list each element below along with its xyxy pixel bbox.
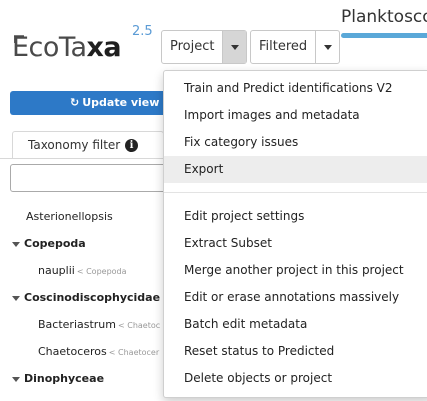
filtered-dropdown-label[interactable]: Filtered: [251, 31, 315, 63]
taxonomy-item[interactable]: Asterionellopsis: [0, 203, 170, 230]
caret-down-icon[interactable]: [12, 241, 20, 247]
taxonomy-item-label: nauplii: [38, 264, 75, 277]
taxonomy-group[interactable]: Dinophyceae: [0, 365, 170, 392]
taxonomy-group-label: Copepoda: [24, 237, 86, 250]
menu-divider: [164, 192, 427, 193]
filtered-dropdown[interactable]: Filtered: [250, 30, 341, 64]
logo-text: EcoTaxa: [12, 32, 122, 64]
menu-item-reset-status[interactable]: Reset status to Predicted: [164, 338, 427, 365]
logo-text-bold: xa: [86, 32, 122, 63]
taxonomy-item-label: Bacteriastrum: [38, 318, 116, 331]
menu-item-edit-settings[interactable]: Edit project settings: [164, 203, 427, 230]
caret-down-icon[interactable]: [12, 376, 20, 382]
project-dropdown-label[interactable]: Project: [162, 31, 222, 63]
menu-item-import[interactable]: Import images and metadata: [164, 102, 427, 129]
taxonomy-group[interactable]: Coscinodiscophycidae: [0, 284, 170, 311]
taxonomy-item-label: Asterionellopsis: [26, 210, 113, 223]
sync-icon: ↻: [70, 96, 80, 109]
project-dropdown-menu: Train and Predict identifications V2 Imp…: [163, 70, 427, 398]
taxonomy-item-parent: < Chaetoc: [118, 321, 161, 330]
taxonomy-item-parent: < Chaetocer: [108, 348, 160, 357]
version-label: 2.5: [132, 24, 153, 39]
taxonomy-item-label: Chaetoceros: [38, 345, 107, 358]
menu-item-batch-edit[interactable]: Batch edit metadata: [164, 311, 427, 338]
filtered-dropdown-toggle[interactable]: [315, 31, 339, 63]
update-view-button[interactable]: ↻ Update view &: [10, 91, 170, 115]
project-title-underline: [341, 33, 427, 38]
logo-text-thin: EcoTa: [12, 32, 87, 63]
menu-item-extract-subset[interactable]: Extract Subset: [164, 230, 427, 257]
caret-down-icon[interactable]: [12, 295, 20, 301]
taxonomy-list: Asterionellopsis Copepoda nauplii < Copep…: [0, 203, 170, 392]
menu-item-edit-annotations[interactable]: Edit or erase annotations massively: [164, 284, 427, 311]
tab-taxonomy-filter[interactable]: Taxonomy filter i: [12, 131, 164, 159]
project-dropdown[interactable]: Project: [161, 30, 248, 64]
menu-item-fix-category[interactable]: Fix category issues: [164, 129, 427, 156]
tab-divider: [0, 158, 175, 159]
info-circle-icon[interactable]: i: [125, 139, 138, 152]
taxonomy-item[interactable]: Bacteriastrum < Chaetoc: [0, 311, 170, 338]
taxonomy-group[interactable]: Copepoda: [0, 230, 170, 257]
taxonomy-item[interactable]: Chaetoceros < Chaetocer: [0, 338, 170, 365]
caret-down-icon: [323, 44, 332, 50]
taxonomy-tab-label: Taxonomy filter: [28, 138, 121, 152]
taxonomy-group-label: Coscinodiscophycidae: [24, 291, 161, 304]
menu-item-merge[interactable]: Merge another project in this project: [164, 257, 427, 284]
project-dropdown-toggle[interactable]: [222, 31, 247, 63]
taxonomy-item[interactable]: nauplii < Copepoda: [0, 257, 170, 284]
project-title[interactable]: Planktosco: [341, 7, 427, 27]
taxonomy-item-parent: < Copepoda: [76, 267, 127, 276]
caret-down-icon: [230, 44, 239, 50]
menu-item-delete[interactable]: Delete objects or project: [164, 365, 427, 392]
menu-item-train-predict[interactable]: Train and Predict identifications V2: [164, 75, 427, 102]
update-view-button-label: Update view &: [82, 96, 170, 109]
taxonomy-filter-input[interactable]: [10, 164, 175, 192]
menu-item-export[interactable]: Export: [164, 156, 427, 183]
ecotaxa-logo[interactable]: EcoTaxa 2.5: [12, 24, 153, 68]
taxonomy-group-label: Dinophyceae: [24, 372, 105, 385]
